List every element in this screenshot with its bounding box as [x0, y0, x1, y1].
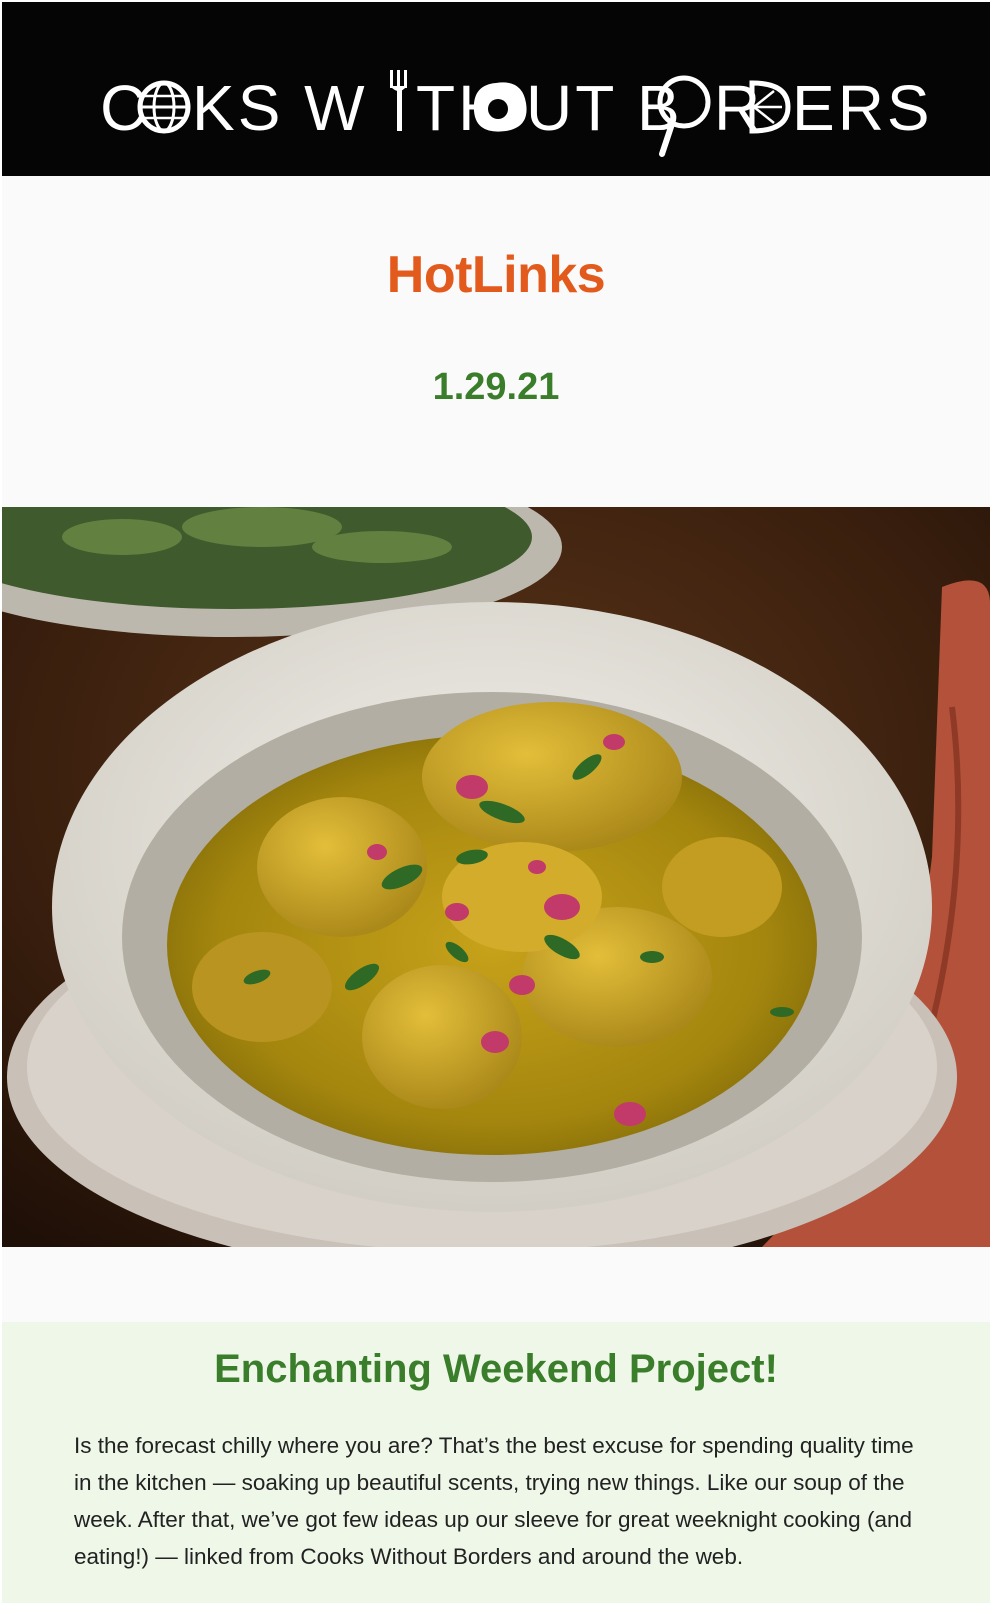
egg-icon [473, 82, 527, 132]
soup-illustration [2, 507, 990, 1247]
intro-heading: Enchanting Weekend Project! [214, 1347, 778, 1391]
newsletter-date: 1.29.21 [432, 366, 560, 408]
header-banner: C KS W TH UT B R ERS [2, 2, 990, 176]
globe-icon [137, 80, 191, 134]
fork-icon [390, 70, 407, 131]
logo-text-oks-w: KS W [192, 72, 368, 144]
cooks-without-borders-logo[interactable]: C KS W TH UT B R ERS [2, 2, 990, 176]
intro-section: Enchanting Weekend Project! Is the forec… [2, 1322, 990, 1603]
newsletter-email: C KS W TH UT B R ERS HotLinks 1.29.21 En… [2, 2, 990, 1603]
logo-text-ers: ERS [792, 72, 933, 144]
newsletter-title: HotLinks [386, 246, 606, 304]
intro-paragraph: Is the forecast chilly where you are? Th… [74, 1433, 914, 1569]
hero-soup-image[interactable] [2, 507, 990, 1247]
